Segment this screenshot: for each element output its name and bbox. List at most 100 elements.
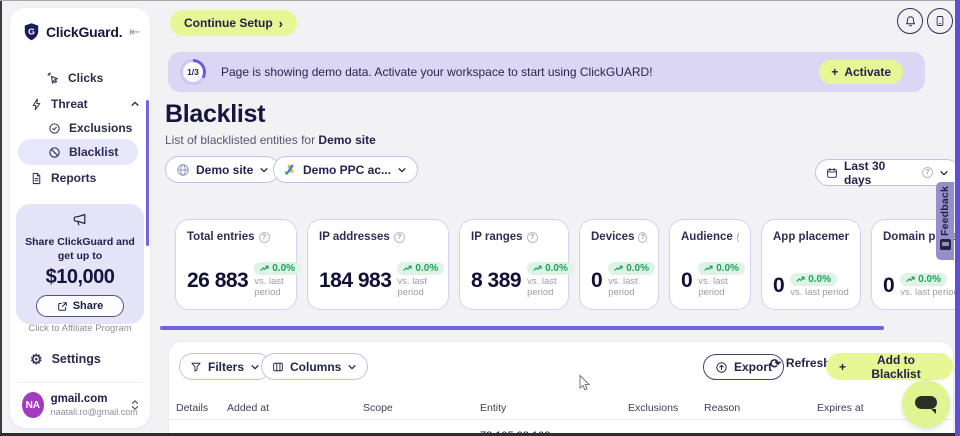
collapse-sidebar-icon[interactable]: ⇤ (129, 24, 140, 40)
sidebar-item-threat[interactable]: Threat (30, 92, 140, 116)
document-icon (30, 172, 43, 185)
sidebar-item-label: Reports (51, 171, 96, 185)
stat-label: Devices (591, 231, 634, 243)
feedback-tab[interactable]: Feedback (936, 182, 954, 260)
lightning-icon (30, 98, 43, 111)
trend-up-icon (614, 265, 623, 272)
funnel-icon (190, 361, 202, 373)
sidebar-item-exclusions[interactable]: Exclusions (48, 116, 140, 140)
banner-message: Page is showing demo data. Activate your… (221, 65, 653, 79)
trend-up-icon (704, 265, 713, 272)
filters-button[interactable]: Filters (179, 353, 271, 380)
page-vertical-scrollbar[interactable] (955, 0, 960, 436)
external-link-icon (57, 301, 68, 312)
cursor-click-icon (46, 71, 60, 85)
main-content: Continue Setup › 1/3 Page is showing dem… (160, 0, 960, 436)
stat-card-app-placement: App placement? 0 0.0% vs. last period (761, 219, 861, 310)
add-to-blacklist-label: Add to Blacklist (852, 353, 940, 381)
info-icon: ? (394, 232, 405, 243)
vs-period-label: vs. last period (698, 277, 742, 299)
affiliate-promo-card[interactable]: Share ClickGuard and get up to $10,000 S… (16, 204, 144, 324)
page-subtitle-target: Demo site (318, 133, 375, 147)
chat-launcher-button[interactable] (902, 380, 950, 428)
feedback-icon (940, 239, 951, 250)
promo-footer: Click to Affiliate Program (16, 323, 144, 334)
share-button[interactable]: Share (36, 295, 124, 317)
column-header-exclusions[interactable]: Exclusions (628, 402, 678, 414)
stat-label: App placement (773, 231, 849, 243)
sidebar: G ClickGuard. ⇤ Clicks Threat Exclusio (10, 8, 150, 428)
column-header-added-at[interactable]: Added at (227, 402, 269, 414)
stat-value: 0 (773, 274, 784, 298)
activate-label: Activate (844, 65, 891, 79)
sidebar-item-clicks[interactable]: Clicks (46, 66, 140, 90)
column-header-reason[interactable]: Reason (704, 402, 740, 414)
setup-progress-ring: 1/3 (180, 59, 206, 85)
globe-icon (176, 163, 190, 177)
sidebar-scrollbar[interactable] (146, 100, 149, 246)
table-header-divider (169, 419, 953, 420)
stat-value: 8 389 (471, 269, 521, 293)
column-header-expires-at[interactable]: Expires at (817, 402, 864, 414)
stat-value: 0 (591, 269, 602, 293)
chevron-down-icon (250, 362, 260, 372)
promo-amount: $10,000 (16, 266, 144, 289)
stat-card-ip-addresses: IP addresses? 184 983 0.0% vs. last peri… (307, 219, 449, 310)
vs-period-label: vs. last period (527, 277, 571, 299)
stats-horizontal-scrollbar[interactable] (160, 326, 884, 330)
settings-label: Settings (52, 352, 101, 366)
sidebar-item-blacklist[interactable]: Blacklist (48, 140, 140, 164)
delta-value: 0.0% (716, 263, 739, 274)
delta-value: 0.0% (808, 274, 831, 285)
delta-badge: 0.0% (900, 273, 947, 286)
chevron-up-icon[interactable] (130, 99, 140, 109)
logo-text: ClickGuard. (46, 24, 122, 40)
window-edge-top (0, 0, 960, 1)
continue-setup-label: Continue Setup (184, 16, 273, 30)
shield-logo-icon: G (22, 22, 41, 41)
gear-icon: ⚙ (30, 352, 43, 366)
ppc-account-selector[interactable]: Demo PPC ac... (273, 156, 418, 183)
check-circle-icon (48, 122, 61, 135)
delta-value: 0.0% (918, 274, 941, 285)
column-header-scope[interactable]: Scope (363, 402, 393, 414)
delta-value: 0.0% (415, 263, 438, 274)
info-icon: ? (527, 232, 538, 243)
window-edge-left (0, 0, 2, 436)
trend-up-icon (796, 276, 805, 283)
sidebar-item-settings[interactable]: ⚙ Settings (30, 352, 101, 366)
stat-value: 0 (681, 269, 692, 293)
column-header-details[interactable]: Details (176, 402, 208, 414)
add-to-blacklist-button[interactable]: + Add to Blacklist (826, 353, 953, 380)
notifications-button[interactable] (897, 8, 923, 34)
site-selector[interactable]: Demo site (165, 156, 280, 183)
chevron-down-icon (347, 362, 357, 372)
vs-period-label: vs. last period (900, 288, 959, 299)
user-name: gmail.com (51, 393, 123, 407)
columns-icon (272, 361, 284, 373)
refresh-button[interactable]: ⟳ Refresh (770, 356, 831, 370)
trend-up-icon (260, 265, 269, 272)
vs-period-label: vs. last period (254, 277, 298, 299)
stat-label: IP addresses (319, 231, 390, 243)
stat-label: IP ranges (471, 231, 523, 243)
continue-setup-button[interactable]: Continue Setup › (170, 10, 297, 36)
column-header-entity[interactable]: Entity (480, 402, 506, 414)
docs-button[interactable] (927, 8, 953, 34)
stat-value: 26 883 (187, 269, 248, 293)
ppc-account-value: Demo PPC ac... (303, 163, 391, 177)
sidebar-item-reports[interactable]: Reports (30, 166, 140, 190)
chat-bubble-icon (915, 396, 937, 409)
delta-badge: 0.0% (254, 262, 301, 275)
delta-badge: 0.0% (397, 262, 444, 275)
share-button-label: Share (73, 300, 104, 312)
columns-label: Columns (290, 360, 341, 374)
activate-button[interactable]: + Activate (819, 60, 903, 84)
page-subtitle-text: List of blacklisted entities for (165, 133, 315, 147)
refresh-icon: ⟳ (770, 357, 781, 370)
logo: G ClickGuard. ⇤ (22, 22, 140, 41)
user-menu[interactable]: NA gmail.com naatali.ro@gmail.com (22, 392, 140, 418)
help-icon: ? (922, 167, 933, 178)
columns-button[interactable]: Columns (261, 353, 368, 380)
plus-icon: + (831, 65, 838, 79)
